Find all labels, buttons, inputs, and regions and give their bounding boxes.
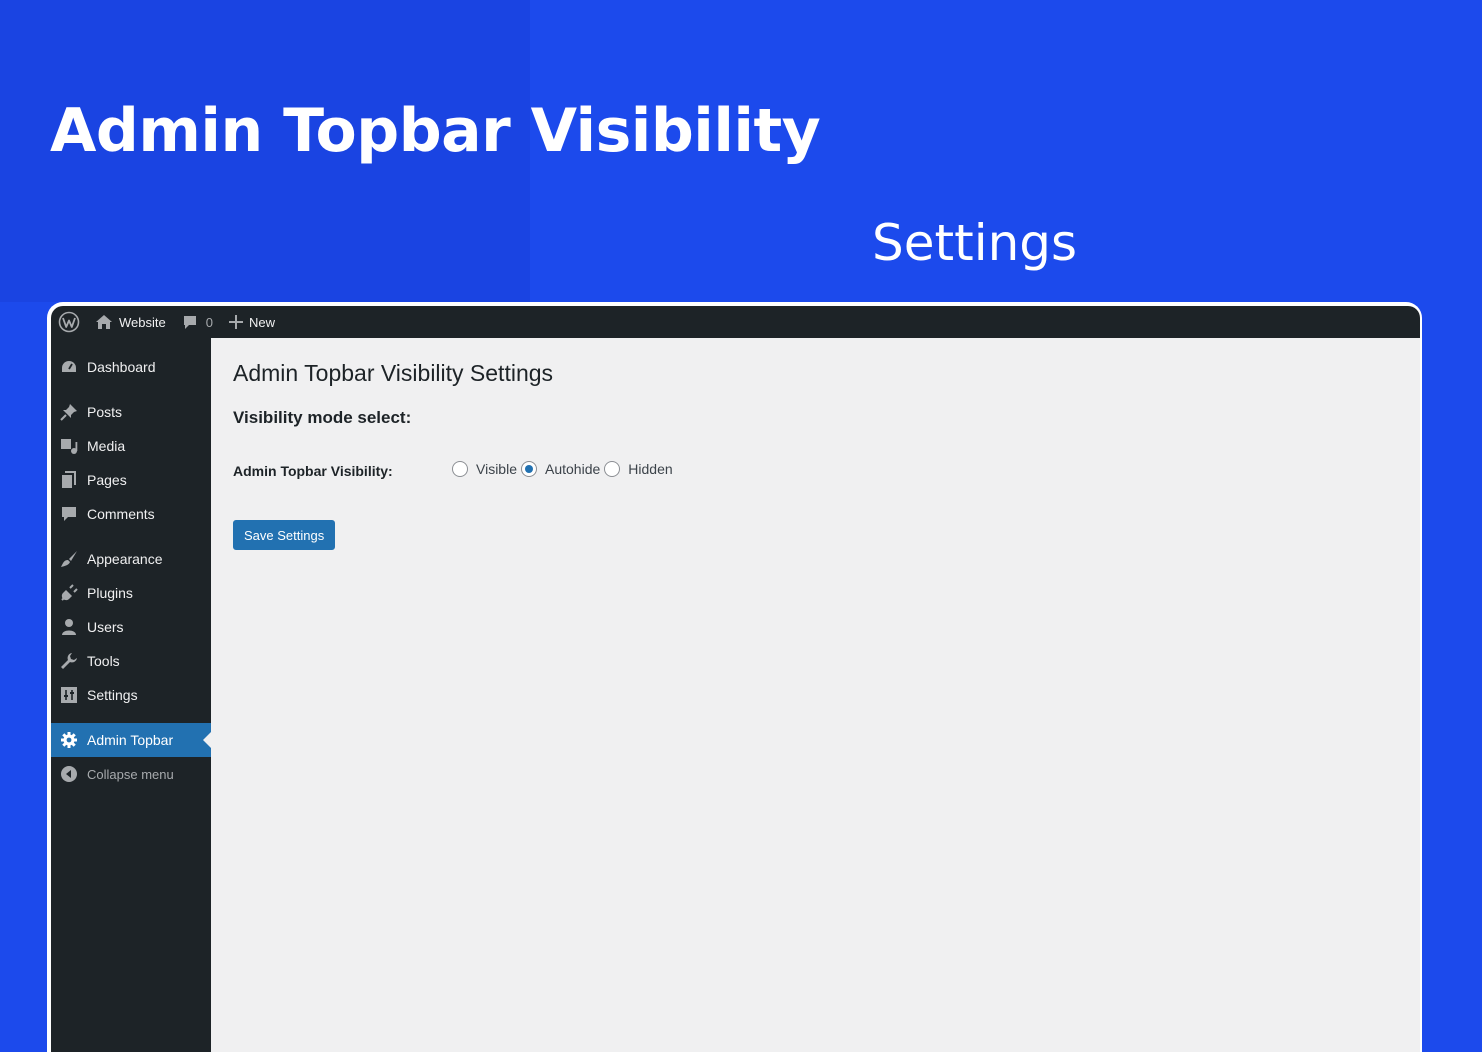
media-icon xyxy=(51,437,87,455)
admin-sidebar: Dashboard Posts Media Pages Comments App… xyxy=(51,338,211,1052)
sidebar-item-label: Posts xyxy=(87,404,123,420)
sidebar-item-users[interactable]: Users xyxy=(51,610,211,644)
comments-link[interactable]: 0 xyxy=(174,306,221,338)
collapse-arrow-icon xyxy=(51,765,87,783)
sidebar-item-label: Plugins xyxy=(87,585,133,601)
radio-hidden-label: Hidden xyxy=(628,461,673,477)
sidebar-item-posts[interactable]: Posts xyxy=(51,395,211,429)
sidebar-item-admin-topbar[interactable]: Admin Topbar xyxy=(51,723,211,757)
site-name-label: Website xyxy=(119,314,166,330)
sidebar-item-label: Settings xyxy=(87,687,138,703)
sidebar-item-media[interactable]: Media xyxy=(51,429,211,463)
sidebar-item-label: Media xyxy=(87,438,126,454)
sidebar-item-label: Comments xyxy=(87,506,155,522)
site-name-link[interactable]: Website xyxy=(87,306,174,338)
radio-visible-input[interactable] xyxy=(452,461,468,477)
sidebar-item-settings[interactable]: Settings xyxy=(51,678,211,712)
wrench-icon xyxy=(51,652,87,670)
main-content: Admin Topbar Visibility Settings Visibil… xyxy=(211,338,1420,1052)
screenshot-frame: Website 0 New Dashboard Posts Media Page… xyxy=(47,302,1422,1052)
brush-icon xyxy=(51,550,87,568)
comment-bubble-icon xyxy=(183,316,196,329)
radio-autohide[interactable]: Autohide xyxy=(521,461,604,477)
radio-hidden-input[interactable] xyxy=(604,461,621,477)
radio-autohide-label: Autohide xyxy=(545,461,601,477)
sidebar-item-label: Appearance xyxy=(87,551,163,567)
save-settings-button[interactable]: Save Settings xyxy=(233,520,336,550)
sidebar-item-pages[interactable]: Pages xyxy=(51,463,211,497)
radio-visible-label: Visible xyxy=(476,461,517,477)
page-title: Admin Topbar Visibility Settings xyxy=(233,360,554,386)
hero-title: Admin Topbar Visibility xyxy=(50,96,821,166)
section-title: Visibility mode select: xyxy=(233,408,412,427)
collapse-menu-button[interactable]: Collapse menu xyxy=(51,757,211,791)
sidebar-item-dashboard[interactable]: Dashboard xyxy=(51,350,211,384)
comment-icon xyxy=(51,505,87,523)
sidebar-item-label: Pages xyxy=(87,472,127,488)
comments-count: 0 xyxy=(205,314,213,330)
admin-bar: Website 0 New xyxy=(51,306,1420,338)
visibility-radio-group: Visible Autohide Hidden xyxy=(452,461,677,477)
settings-sliders-icon xyxy=(51,686,87,704)
sidebar-item-comments[interactable]: Comments xyxy=(51,497,211,531)
new-content-link[interactable]: New xyxy=(221,306,283,338)
sidebar-item-label: Users xyxy=(87,619,124,635)
wp-logo-button[interactable] xyxy=(51,306,87,338)
pages-icon xyxy=(51,471,87,489)
sidebar-item-plugins[interactable]: Plugins xyxy=(51,576,211,610)
radio-visible[interactable]: Visible xyxy=(452,461,521,477)
wordpress-logo-icon xyxy=(58,311,80,333)
hero-subtitle: Settings xyxy=(872,214,1078,272)
home-icon xyxy=(96,315,112,329)
sidebar-item-appearance[interactable]: Appearance xyxy=(51,542,211,576)
user-icon xyxy=(51,618,87,636)
sidebar-item-label: Dashboard xyxy=(87,359,156,375)
radio-hidden[interactable]: Hidden xyxy=(604,461,676,477)
wp-admin-screen: Website 0 New Dashboard Posts Media Page… xyxy=(51,306,1420,1052)
sidebar-item-tools[interactable]: Tools xyxy=(51,644,211,678)
plus-icon xyxy=(228,315,243,329)
visibility-field-label: Admin Topbar Visibility: xyxy=(233,463,393,479)
sidebar-item-label: Admin Topbar xyxy=(87,732,174,748)
dashboard-icon xyxy=(51,358,87,376)
new-label: New xyxy=(248,314,275,330)
collapse-menu-label: Collapse menu xyxy=(87,766,174,782)
plug-icon xyxy=(51,584,87,602)
radio-autohide-input[interactable] xyxy=(521,461,537,477)
sidebar-item-label: Tools xyxy=(87,653,120,669)
pin-icon xyxy=(51,403,87,421)
gear-icon xyxy=(51,731,87,749)
